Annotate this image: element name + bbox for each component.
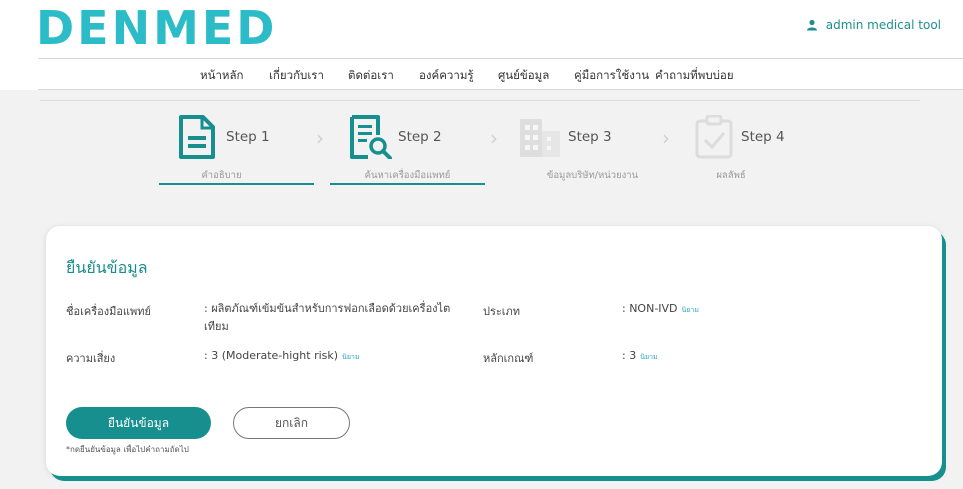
step-3-label: Step 3 [568, 129, 612, 145]
nav-item-info-center[interactable]: ศูนย์ข้อมูล [498, 67, 549, 85]
building-icon [520, 119, 560, 157]
risk-label: ความเสี่ยง [66, 352, 116, 365]
step-2-label: Step 2 [398, 129, 442, 145]
step-1-label: Step 1 [226, 129, 270, 145]
risk-define-link[interactable]: นิยาม [342, 353, 359, 361]
nav-item-manual[interactable]: คู่มือการใช้งาน [574, 67, 649, 85]
type-value-row: : NON-IVD นิยาม [622, 300, 699, 319]
chevron-right-icon: › [490, 126, 498, 150]
criteria-define-link[interactable]: นิยาม [640, 353, 657, 361]
step-3: Step 3 ข้อมูลบริษัท/หน่วยงาน [500, 115, 655, 185]
step-4-sub: ผลลัพธ์ [716, 170, 746, 181]
user-menu[interactable]: admin medical tool [806, 18, 941, 32]
card-title: ยืนยันข้อมูล [66, 258, 148, 277]
document-icon [179, 115, 215, 159]
step-2-sub: ค้นหาเครื่องมือแพทย์ [364, 170, 451, 181]
nav-item-home[interactable]: หน้าหลัก [200, 67, 244, 85]
step-1-underline [159, 183, 314, 185]
confirm-card: ยืนยันข้อมูล ชื่อเครื่องมือแพทย์ : ผลิตภ… [46, 226, 942, 476]
risk-value: : 3 (Moderate-hight risk) [204, 349, 339, 362]
header: DENMED admin medical tool [0, 0, 963, 58]
main-nav: หน้าหลัก เกี่ยวกับเรา ติดต่อเรา องค์ความ… [38, 58, 963, 90]
step-4-label: Step 4 [741, 129, 785, 145]
user-label: admin medical tool [825, 18, 941, 32]
nav-item-about[interactable]: เกี่ยวกับเรา [269, 67, 324, 85]
type-label: ประเภท [483, 305, 521, 318]
criteria-value-row: : 3 นิยาม [622, 347, 658, 366]
risk-value-row: : 3 (Moderate-hight risk) นิยาม [204, 347, 359, 366]
chevron-right-icon: › [316, 126, 324, 150]
device-name-label: ชื่อเครื่องมือแพทย์ [66, 305, 151, 318]
device-name-value: : ผลิตภัณฑ์เข้มข้นสำหรับการฟอกเลือดด้วยเ… [204, 302, 451, 333]
step-4: Step 4 ผลลัพธ์ [676, 115, 816, 185]
type-value: : NON-IVD [622, 302, 678, 315]
step-2: Step 2 ค้นหาเครื่องมือแพทย์ [330, 115, 485, 185]
cancel-button[interactable]: ยกเลิก [233, 407, 350, 439]
chevron-right-icon: › [662, 126, 670, 150]
type-define-link[interactable]: นิยาม [682, 306, 699, 314]
clipboard-check-icon [695, 115, 733, 159]
step-1: Step 1 คำอธิบาย [159, 115, 314, 185]
logo[interactable]: DENMED [36, 2, 278, 54]
step-1-sub: คำอธิบาย [201, 170, 242, 181]
step-3-sub: ข้อมูลบริษัท/หน่วยงาน [546, 170, 639, 181]
confirm-button[interactable]: ยืนยันข้อมูล [66, 407, 211, 439]
nav-item-knowledge[interactable]: องค์ความรู้ [419, 67, 474, 85]
confirm-note: *กดยืนยันข้อมูล เพื่อไปคำถามถัดไป [66, 445, 189, 454]
nav-item-contact[interactable]: ติดต่อเรา [348, 67, 394, 85]
criteria-value: : 3 [622, 349, 637, 362]
nav-item-faq[interactable]: คำถามที่พบบ่อย [655, 67, 734, 85]
step-2-underline [330, 183, 485, 185]
criteria-label: หลักเกณฑ์ [483, 352, 534, 365]
user-icon [806, 19, 817, 31]
divider [40, 100, 920, 101]
document-search-icon [350, 115, 392, 159]
